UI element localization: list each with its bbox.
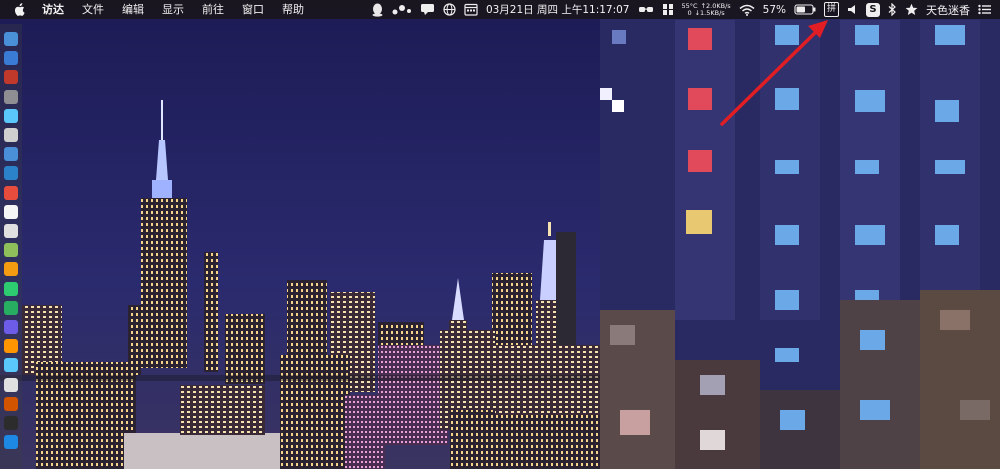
globe-icon[interactable] bbox=[439, 0, 460, 19]
dock-app-icon[interactable] bbox=[4, 108, 18, 123]
dock-app-icon[interactable] bbox=[4, 51, 18, 66]
star-icon[interactable] bbox=[901, 0, 922, 19]
net-download: ↓1.5KB/s bbox=[694, 8, 725, 17]
dock-app-icon[interactable] bbox=[4, 377, 18, 392]
apple-icon[interactable] bbox=[0, 3, 33, 16]
bluetooth-icon[interactable] bbox=[884, 0, 901, 19]
dock-app-icon[interactable] bbox=[4, 166, 18, 181]
input-method-badge: 拼 bbox=[824, 2, 839, 17]
menu-window[interactable]: 窗口 bbox=[233, 0, 273, 19]
dock-app-icon[interactable] bbox=[4, 281, 18, 296]
menu-help[interactable]: 帮助 bbox=[273, 0, 313, 19]
list-icon[interactable] bbox=[974, 0, 1000, 19]
menu-view[interactable]: 显示 bbox=[153, 0, 193, 19]
dock-app-icon[interactable] bbox=[4, 89, 18, 104]
menu-file[interactable]: 文件 bbox=[73, 0, 113, 19]
menu-edit[interactable]: 编辑 bbox=[113, 0, 153, 19]
dock-app-icon[interactable] bbox=[4, 204, 18, 219]
cpu-value: 0 bbox=[687, 8, 692, 17]
dock bbox=[0, 24, 22, 469]
app-name-menu[interactable]: 访达 bbox=[33, 0, 73, 19]
dock-app-icon[interactable] bbox=[4, 339, 18, 354]
menu-bar: 访达 文件 编辑 显示 前往 窗口 帮助 03月21日 周四 上午11:17:0… bbox=[0, 0, 1000, 19]
pixelated-region bbox=[600, 19, 1000, 469]
battery-icon[interactable] bbox=[790, 0, 820, 19]
sogou-icon[interactable]: S bbox=[862, 0, 884, 19]
dock-app-icon[interactable] bbox=[4, 416, 18, 430]
wifi-icon[interactable] bbox=[735, 0, 759, 19]
dock-app-icon[interactable] bbox=[4, 70, 18, 85]
temperature-net-stats[interactable]: 55°C ↑2.0KB/s 0 ↓1.5KB/s bbox=[678, 0, 735, 19]
desktop-wallpaper bbox=[0, 0, 1000, 469]
date-time[interactable]: 03月21日 周四 上午11:17:07 bbox=[482, 0, 634, 19]
dock-app-icon[interactable] bbox=[4, 300, 18, 315]
puzzle-icon[interactable] bbox=[658, 0, 678, 19]
dock-app-icon[interactable] bbox=[4, 32, 18, 46]
dock-app-icon[interactable] bbox=[4, 396, 18, 411]
message-icon[interactable] bbox=[416, 0, 439, 19]
dock-app-icon[interactable] bbox=[4, 262, 18, 277]
dock-app-icon[interactable] bbox=[4, 320, 18, 334]
dock-app-icon[interactable] bbox=[4, 243, 18, 258]
volume-icon[interactable] bbox=[843, 0, 862, 19]
dock-app-icon[interactable] bbox=[4, 435, 18, 450]
glasses-icon[interactable] bbox=[634, 0, 658, 19]
input-method-icon[interactable]: 拼 bbox=[820, 0, 843, 19]
menu-go[interactable]: 前往 bbox=[193, 0, 233, 19]
battery-percent[interactable]: 57% bbox=[759, 0, 790, 19]
sogou-badge: S bbox=[866, 2, 880, 17]
calendar-icon[interactable] bbox=[460, 0, 482, 19]
dots-icon[interactable] bbox=[388, 0, 416, 19]
qq-icon[interactable] bbox=[367, 0, 388, 19]
dock-app-icon[interactable] bbox=[4, 128, 18, 142]
user-name[interactable]: 天色迷香 bbox=[922, 0, 974, 19]
dock-app-icon[interactable] bbox=[4, 185, 18, 200]
dock-app-icon[interactable] bbox=[4, 358, 18, 373]
dock-app-icon[interactable] bbox=[4, 147, 18, 162]
dock-app-icon[interactable] bbox=[4, 224, 18, 238]
